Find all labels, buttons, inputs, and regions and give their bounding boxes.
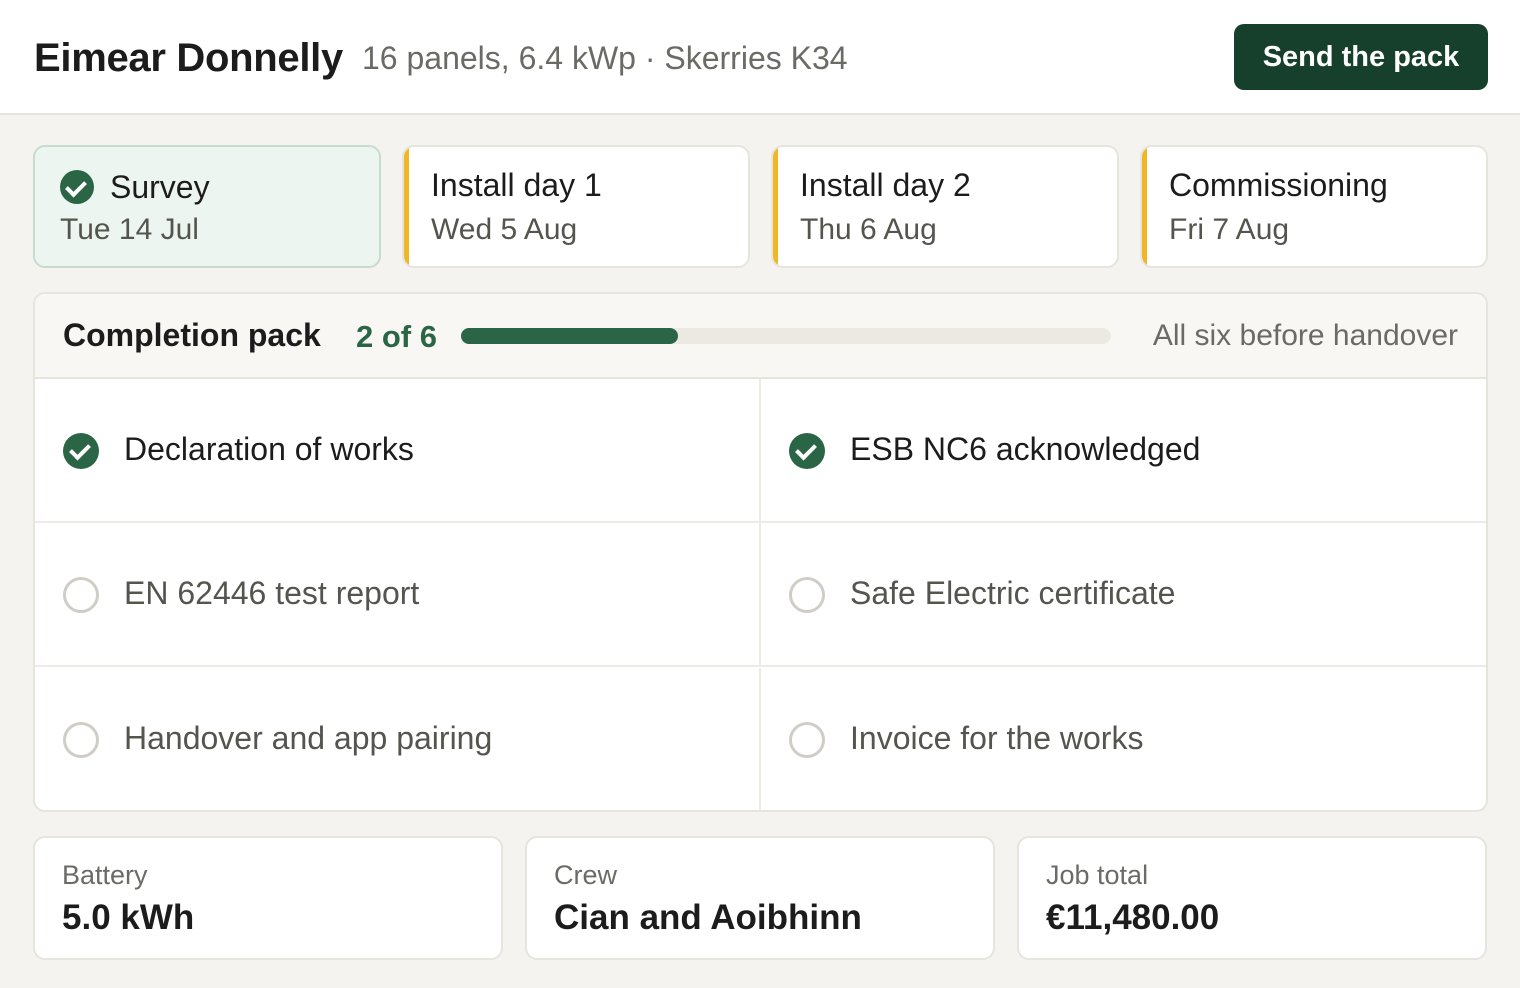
checklist-item-label: ESB NC6 acknowledged — [850, 431, 1201, 467]
checklist-item-label: EN 62446 test report — [124, 575, 420, 611]
empty-circle-icon — [789, 722, 825, 758]
fact-value: 5.0 kWh — [62, 898, 195, 937]
fact-label: Job total — [1046, 860, 1149, 890]
stage-title: Install day 1 — [431, 167, 602, 203]
client-name: Eimear Donnelly — [34, 36, 343, 80]
checklist-item-label: Invoice for the works — [850, 720, 1144, 756]
pack-note: All six before handover — [1152, 319, 1458, 352]
job-summary: 16 panels, 6.4 kWp · Skerries K34 — [362, 40, 848, 76]
checklist-item-test-report[interactable]: EN 62446 test report — [35, 523, 761, 667]
fact-crew: Crew Cian and Aoibhinn — [525, 836, 995, 960]
stage-timeline: Survey Tue 14 Jul Install day 1 Wed 5 Au… — [33, 145, 1488, 268]
checklist-item-handover[interactable]: Handover and app pairing — [35, 668, 761, 810]
checklist-item-esb-nc6[interactable]: ESB NC6 acknowledged — [761, 379, 1486, 523]
job-header: Eimear Donnelly 16 panels, 6.4 kWp · Ske… — [0, 0, 1520, 115]
send-pack-button[interactable]: Send the pack — [1234, 24, 1488, 90]
check-circle-icon — [789, 433, 825, 469]
stage-date: Wed 5 Aug — [431, 213, 578, 246]
empty-circle-icon — [63, 722, 99, 758]
fact-label: Battery — [62, 860, 148, 890]
stage-title: Survey — [110, 169, 210, 205]
stage-date: Thu 6 Aug — [800, 213, 937, 246]
progress-bar — [461, 328, 1111, 344]
fact-value: €11,480.00 — [1046, 898, 1220, 937]
job-facts: Battery 5.0 kWh Crew Cian and Aoibhinn J… — [33, 836, 1488, 960]
pack-checklist: Declaration of works ESB NC6 acknowledge… — [35, 379, 1486, 810]
checklist-item-safe-electric[interactable]: Safe Electric certificate — [761, 523, 1486, 667]
fact-job-total: Job total €11,480.00 — [1017, 836, 1487, 960]
stage-install-day-1[interactable]: Install day 1 Wed 5 Aug — [402, 145, 750, 268]
pack-header: Completion pack 2 of 6 All six before ha… — [35, 294, 1486, 379]
stage-title: Install day 2 — [800, 167, 971, 203]
pack-count: 2 of 6 — [356, 319, 437, 354]
empty-circle-icon — [789, 577, 825, 613]
checklist-item-invoice[interactable]: Invoice for the works — [761, 668, 1486, 810]
stage-commissioning[interactable]: Commissioning Fri 7 Aug — [1140, 145, 1488, 268]
check-circle-icon — [63, 433, 99, 469]
fact-value: Cian and Aoibhinn — [554, 898, 862, 937]
checklist-item-label: Handover and app pairing — [124, 720, 493, 756]
empty-circle-icon — [63, 577, 99, 613]
stage-date: Tue 14 Jul — [60, 213, 199, 246]
progress-fill — [461, 328, 678, 344]
checklist-item-declaration[interactable]: Declaration of works — [35, 379, 761, 523]
fact-battery: Battery 5.0 kWh — [33, 836, 503, 960]
completion-pack: Completion pack 2 of 6 All six before ha… — [33, 292, 1488, 812]
checklist-item-label: Declaration of works — [124, 431, 414, 467]
check-circle-icon — [60, 170, 94, 204]
stage-survey[interactable]: Survey Tue 14 Jul — [33, 145, 381, 268]
pack-title: Completion pack — [63, 317, 321, 353]
checklist-item-label: Safe Electric certificate — [850, 575, 1176, 611]
stage-date: Fri 7 Aug — [1169, 213, 1290, 246]
stage-install-day-2[interactable]: Install day 2 Thu 6 Aug — [771, 145, 1119, 268]
stage-title: Commissioning — [1169, 167, 1388, 203]
fact-label: Crew — [554, 860, 618, 890]
